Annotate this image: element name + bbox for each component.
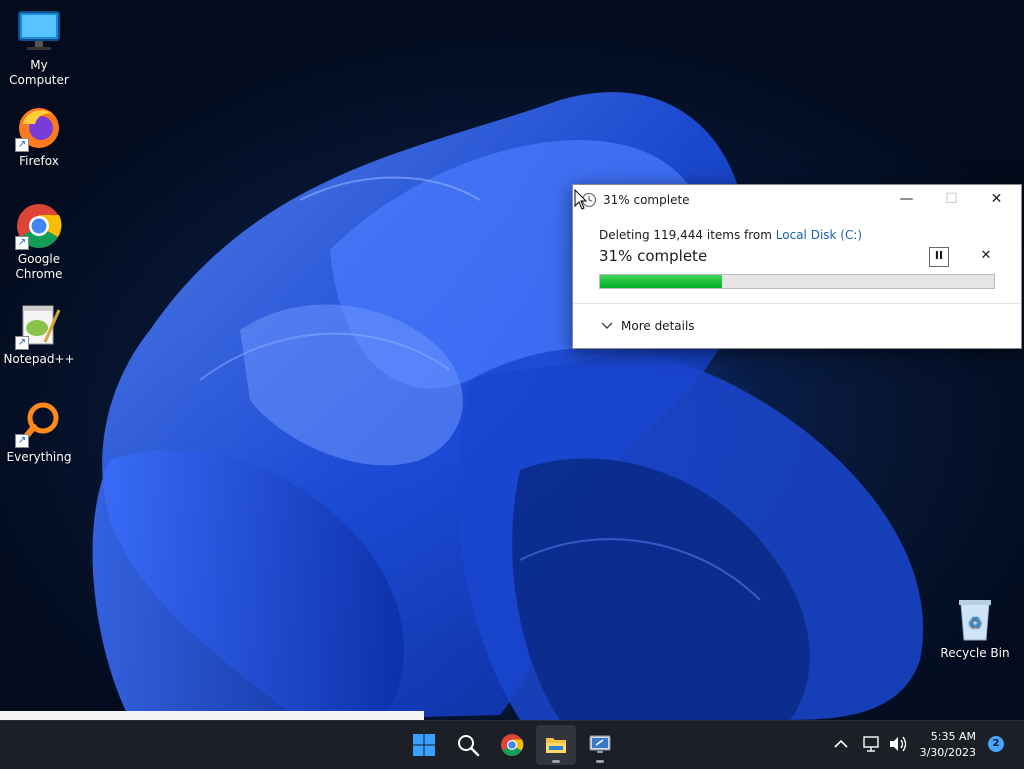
monitor-icon xyxy=(15,8,63,56)
network-button[interactable] xyxy=(862,734,882,754)
chrome-icon: ↗ xyxy=(15,202,63,250)
dialog-titlebar[interactable]: 31% complete — ☐ ✕ xyxy=(573,185,1021,215)
chevron-up-icon xyxy=(834,739,848,748)
running-indicator xyxy=(552,760,560,763)
svg-text:♻: ♻ xyxy=(968,613,982,632)
more-details-toggle[interactable]: More details xyxy=(601,319,695,333)
delete-description: Deleting 119,444 items from Local Disk (… xyxy=(599,228,862,242)
running-indicator xyxy=(596,760,604,763)
divider xyxy=(573,303,1021,304)
desktop-icon-google-chrome[interactable]: ↗ Google Chrome xyxy=(0,202,78,282)
desktop: My Computer ↗ Firefox ↗ Google Chrome ↗ … xyxy=(0,0,1024,720)
desktop-icon-recycle-bin[interactable]: ♻ Recycle Bin xyxy=(936,596,1014,661)
taskbar-chrome[interactable] xyxy=(492,725,532,765)
minimize-button[interactable]: — xyxy=(884,185,929,215)
shortcut-arrow-icon: ↗ xyxy=(15,434,29,448)
pause-icon: II xyxy=(934,249,944,262)
volume-button[interactable] xyxy=(888,734,908,754)
pause-button[interactable]: II xyxy=(929,247,949,267)
close-icon: ✕ xyxy=(990,191,1003,207)
percent-complete-label: 31% complete xyxy=(599,247,708,265)
search-button[interactable] xyxy=(448,725,488,765)
desktop-icon-notepadpp[interactable]: ↗ Notepad++ xyxy=(0,302,78,367)
chevron-down-icon xyxy=(601,322,615,333)
progress-bar xyxy=(599,274,995,289)
start-button[interactable] xyxy=(404,725,444,765)
cancel-icon: ✕ xyxy=(980,248,992,263)
desktop-icon-label: Google Chrome xyxy=(15,252,63,281)
network-icon xyxy=(863,736,879,752)
desktop-icon-label: Recycle Bin xyxy=(940,646,1010,660)
source-link[interactable]: Local Disk (C:) xyxy=(776,228,862,242)
shortcut-arrow-icon: ↗ xyxy=(15,336,29,350)
progress-fill xyxy=(600,275,723,288)
windows-start-icon xyxy=(413,734,435,756)
search-icon xyxy=(458,735,480,757)
file-explorer-icon xyxy=(546,738,566,753)
chrome-icon xyxy=(501,734,524,756)
notepadpp-icon: ↗ xyxy=(15,302,63,350)
description-text: Deleting 119,444 items from xyxy=(599,228,776,242)
recycle-bin-icon: ♻ xyxy=(951,596,999,644)
delete-progress-dialog: 31% complete — ☐ ✕ Deleting 119,444 item… xyxy=(572,184,1022,349)
notification-badge[interactable]: 2 xyxy=(988,736,1004,752)
wallpaper-bloom xyxy=(92,92,924,720)
clock-time: 5:35 AM xyxy=(930,730,976,743)
desktop-icon-everything[interactable]: ↗ Everything xyxy=(0,400,78,465)
maximize-icon: ☐ xyxy=(945,191,958,207)
cancel-button[interactable]: ✕ xyxy=(977,247,995,265)
tray-overflow-chevron[interactable] xyxy=(832,735,850,753)
mouse-cursor-icon xyxy=(574,188,588,215)
desktop-icon-firefox[interactable]: ↗ Firefox xyxy=(0,104,78,169)
desktop-icon-label: Everything xyxy=(6,450,72,464)
clock-date: 3/30/2023 xyxy=(919,746,976,759)
taskbar-file-explorer[interactable] xyxy=(536,725,576,765)
volume-icon xyxy=(890,736,907,752)
everything-search-icon: ↗ xyxy=(15,400,63,448)
minimize-icon: — xyxy=(899,191,914,207)
firefox-icon: ↗ xyxy=(15,104,63,152)
close-button[interactable]: ✕ xyxy=(974,185,1019,215)
desktop-icon-label: Notepad++ xyxy=(3,352,75,366)
shortcut-arrow-icon: ↗ xyxy=(15,236,29,250)
desktop-icon-my-computer[interactable]: My Computer xyxy=(0,8,78,88)
remote-desktop-icon xyxy=(589,735,611,753)
shortcut-arrow-icon: ↗ xyxy=(15,138,29,152)
maximize-button[interactable]: ☐ xyxy=(929,185,974,215)
desktop-icon-label: Firefox xyxy=(19,154,59,168)
taskbar: 5:35 AM 3/30/2023 xyxy=(0,720,1024,769)
more-details-label: More details xyxy=(621,319,695,333)
dialog-title: 31% complete xyxy=(603,193,690,207)
window-edge-strip xyxy=(0,711,424,720)
taskbar-remote-app[interactable] xyxy=(580,725,620,765)
desktop-icon-label: My Computer xyxy=(9,58,69,87)
